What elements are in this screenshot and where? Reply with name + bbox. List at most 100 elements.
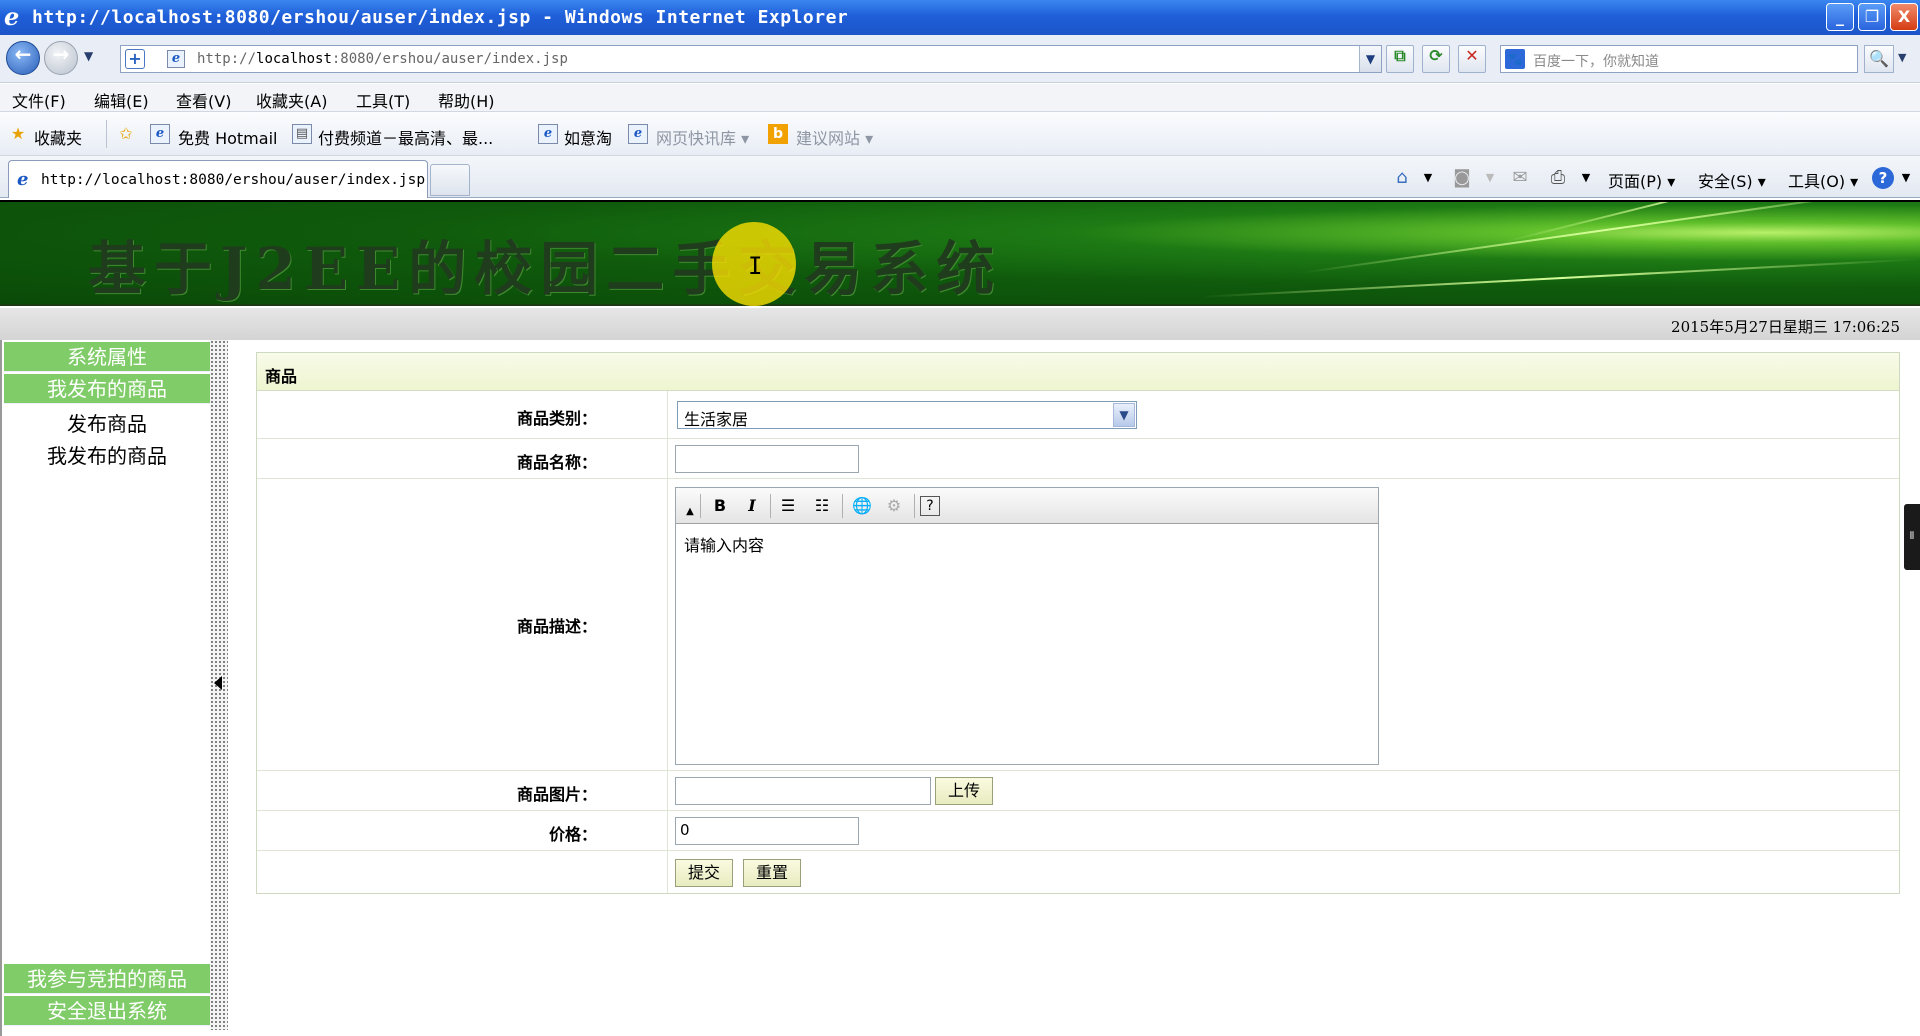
ordered-list-icon[interactable]: ☰ — [776, 494, 800, 518]
ie-page-icon: e — [150, 124, 170, 144]
sidebar-link-my-published-goods[interactable]: 我发布的商品 — [4, 440, 210, 469]
menu-help[interactable]: 帮助(H) — [438, 88, 495, 112]
stop-icon[interactable]: ✕ — [1458, 45, 1486, 73]
upload-button[interactable]: 上传 — [935, 777, 993, 805]
row-divider — [667, 811, 668, 850]
search-options-icon[interactable]: ▼ — [1898, 51, 1906, 64]
bold-button[interactable]: B — [708, 494, 732, 518]
chevron-down-icon[interactable]: ▼ — [1113, 403, 1135, 427]
sidebar-section-my-auctions[interactable]: 我参与竞拍的商品 — [4, 964, 210, 994]
site-title: 基于J2EE的校园二手交易系统 — [88, 235, 1003, 303]
safety-menu[interactable]: 安全(S) ▾ — [1698, 168, 1766, 192]
favorites-button[interactable]: 收藏夹 — [34, 125, 82, 149]
help-icon[interactable]: ? — [1872, 167, 1894, 189]
home-icon[interactable]: ⌂ — [1390, 166, 1414, 190]
menu-view[interactable]: 查看(V) — [176, 88, 231, 112]
sidebar-section-system[interactable]: 系统属性 — [4, 342, 210, 372]
print-dropdown-icon[interactable]: ▼ — [1574, 166, 1598, 190]
toolbar-separator — [700, 494, 701, 518]
print-icon[interactable]: ⎙ — [1546, 166, 1570, 190]
page-icon: e — [167, 50, 185, 68]
menu-edit[interactable]: 编辑(E) — [94, 88, 149, 112]
window-title-bar: e http://localhost:8080/ershou/auser/ind… — [0, 0, 1920, 35]
add-favorites-icon[interactable]: ✩ — [116, 124, 136, 144]
help-question-icon[interactable]: ? — [920, 496, 940, 516]
sidebar-link-publish-goods[interactable]: 发布商品 — [4, 408, 210, 437]
image-path-input[interactable] — [675, 777, 931, 805]
price-input[interactable]: 0 — [675, 817, 859, 845]
row-category: 商品类别： 生活家居 ▼ — [257, 391, 1899, 439]
news-page-icon: ▤ — [292, 124, 312, 144]
italic-button[interactable]: I — [740, 494, 764, 518]
back-button[interactable]: ← — [6, 41, 40, 75]
row-price: 价格： 0 — [257, 811, 1899, 851]
row-divider — [667, 851, 668, 893]
address-toolbar: ← → ▼ + e http://localhost:8080/ershou/a… — [0, 35, 1920, 83]
address-dropdown-button[interactable]: ▼ — [1359, 46, 1381, 72]
side-panel-tab[interactable]: ⫴ — [1904, 504, 1920, 570]
insert-link-icon[interactable]: 🌐 — [850, 494, 874, 518]
site-banner: 基于J2EE的校园二手交易系统 — [0, 200, 1920, 306]
close-button[interactable]: X — [1890, 3, 1918, 31]
reset-button[interactable]: 重置 — [743, 859, 801, 887]
read-mail-icon[interactable]: ✉ — [1508, 166, 1532, 190]
editor-placeholder: 请输入内容 — [684, 536, 765, 555]
favorite-paid-channel[interactable]: 付费频道－最高清、最... — [318, 125, 493, 149]
tab-ie-icon: e — [17, 169, 29, 190]
row-divider — [667, 391, 668, 438]
address-input[interactable]: + e http://localhost:8080/ershou/auser/i… — [120, 45, 1382, 73]
favorite-ruyitao[interactable]: 如意淘 — [564, 125, 612, 149]
favorite-suggested-sites[interactable]: 建议网站 ▾ — [796, 125, 873, 149]
maximize-button[interactable]: ❐ — [1858, 3, 1886, 31]
favorite-web-slice-gallery[interactable]: 网页快讯库 ▾ — [656, 125, 749, 149]
search-input[interactable]: 🐾 百度一下，你就知道 — [1500, 45, 1858, 73]
menu-tools[interactable]: 工具(T) — [356, 88, 410, 112]
row-name: 商品名称： — [257, 439, 1899, 479]
window-title: http://localhost:8080/ershou/auser/index… — [32, 7, 849, 28]
row-description: 商品描述： ▲ B I ☰ ☷ 🌐 ⚙ ? 请输入内容 — [257, 479, 1899, 771]
sidebar-splitter[interactable] — [210, 340, 228, 1030]
toolbar-collapse-icon[interactable]: ▲ — [678, 500, 702, 524]
search-button[interactable]: 🔍 — [1864, 45, 1894, 73]
refresh-icon[interactable]: ⟳ — [1422, 45, 1450, 73]
left-sidebar: 系统属性 我发布的商品 发布商品 我发布的商品 我参与竞拍的商品 安全退出系统 — [0, 340, 212, 1036]
text-cursor-icon: I — [748, 252, 763, 280]
ie-logo-icon: e — [4, 2, 20, 31]
menu-file[interactable]: 文件(F) — [12, 88, 66, 112]
home-dropdown-icon[interactable]: ▼ — [1416, 166, 1440, 190]
submit-button[interactable]: 提交 — [675, 859, 733, 887]
row-divider — [667, 771, 668, 810]
favorites-star-icon: ★ — [10, 124, 26, 143]
menu-bar: 文件(F) 编辑(E) 查看(V) 收藏夹(A) 工具(T) 帮助(H) — [0, 84, 1920, 112]
rss-feed-icon[interactable]: ◙ — [1450, 166, 1474, 190]
help-dropdown-icon[interactable]: ▼ — [1894, 166, 1918, 190]
menu-favorites[interactable]: 收藏夹(A) — [256, 88, 327, 112]
description-editor[interactable]: ▲ B I ☰ ☷ 🌐 ⚙ ? 请输入内容 — [675, 487, 1379, 765]
image-label: 商品图片： — [516, 785, 597, 804]
tab-current[interactable]: e http://localhost:8080/ershou/auser/ind… — [8, 160, 428, 198]
name-label: 商品名称： — [516, 453, 597, 472]
sidebar-section-my-goods[interactable]: 我发布的商品 — [4, 374, 210, 404]
name-input[interactable] — [675, 445, 859, 473]
remove-link-icon[interactable]: ⚙ — [882, 494, 906, 518]
tab-label: http://localhost:8080/ershou/auser/index… — [41, 172, 426, 188]
new-tab-button[interactable] — [430, 164, 470, 196]
goods-form: 商品 商品类别： 生活家居 ▼ 商品名称： 商品描述： ▲ B I ☰ ☷ 🌐 … — [256, 352, 1900, 894]
compatibility-view-icon[interactable]: ⧉ — [1386, 45, 1414, 73]
banner-light-streak — [1499, 202, 1908, 244]
page-menu[interactable]: 页面(P) ▾ — [1608, 168, 1675, 192]
tools-menu[interactable]: 工具(O) ▾ — [1788, 168, 1858, 192]
unordered-list-icon[interactable]: ☷ — [810, 494, 834, 518]
category-select[interactable]: 生活家居 ▼ — [677, 401, 1137, 429]
category-label: 商品类别： — [516, 409, 597, 428]
rss-dropdown-icon[interactable]: ▼ — [1478, 166, 1502, 190]
add-tab-icon[interactable]: + — [125, 49, 145, 69]
forward-button[interactable]: → — [44, 41, 78, 75]
collapse-arrow-icon[interactable] — [214, 676, 222, 690]
favorite-hotmail[interactable]: 免费 Hotmail — [178, 125, 277, 149]
history-dropdown-icon[interactable]: ▼ — [84, 49, 93, 63]
minimize-button[interactable]: _ — [1826, 3, 1854, 31]
form-title: 商品 — [265, 367, 298, 386]
sidebar-section-logout[interactable]: 安全退出系统 — [4, 996, 210, 1026]
form-header: 商品 — [257, 353, 1899, 391]
